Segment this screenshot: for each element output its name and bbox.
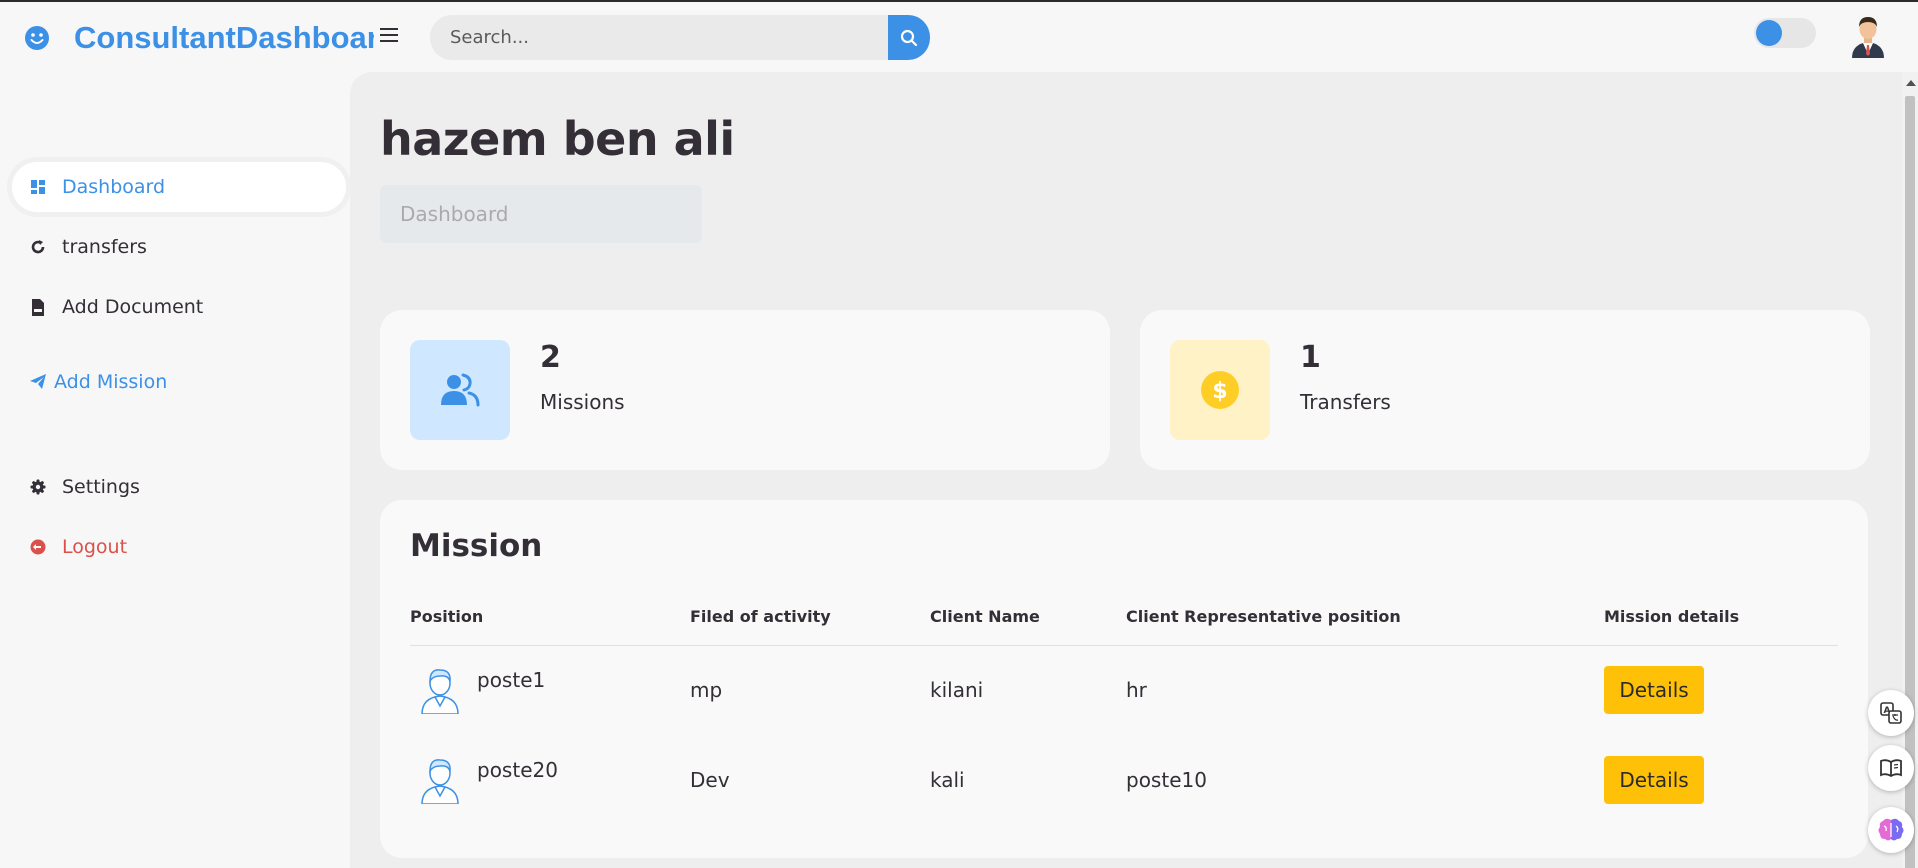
sidebar-item-label: Dashboard [62,176,166,198]
table-title: Mission [410,528,543,564]
translate-button[interactable]: A [1868,690,1914,736]
cell-client: kilani [930,678,984,702]
toggle-knob [1756,20,1782,46]
cell-field: mp [690,678,723,702]
details-button[interactable]: Details [1604,756,1704,804]
profile-avatar[interactable] [1848,14,1888,58]
sidebar-item-add-document[interactable]: Add Document [12,282,346,332]
cell-rep-position: poste10 [1126,768,1207,792]
brand[interactable]: ConsultantDashboard [24,18,374,58]
stat-card-transfers: $ 1 Transfers [1140,310,1870,470]
table-divider [410,645,1838,646]
brand-name: ConsultantDashboard [74,20,374,55]
sidebar-item-label: Logout [62,536,128,558]
ai-assistant-button[interactable] [1868,807,1914,853]
brain-icon [1878,818,1904,841]
search-button[interactable] [888,15,930,60]
column-header: Client Representative position [1126,607,1401,626]
reader-button[interactable] [1868,745,1914,791]
column-header: Position [410,607,484,626]
dashboard-icon [28,177,48,197]
stat-value: 2 [540,340,561,375]
menu-icon[interactable] [380,28,398,44]
user-avatar-icon [421,759,459,804]
main-content: hazem ben ali Dashboard 2 Missions $ 1 T… [350,72,1902,868]
theme-toggle[interactable] [1754,18,1816,48]
stat-value: 1 [1300,340,1321,375]
sidebar-item-add-mission[interactable]: Add Mission [12,357,346,407]
send-icon [28,372,48,392]
cell-client: kali [930,768,965,792]
cell-position: poste20 [477,758,558,782]
svg-text:$: $ [1212,379,1227,404]
breadcrumb[interactable]: Dashboard [380,185,702,243]
column-header: Client Name [930,607,1040,626]
stat-label: Transfers [1300,390,1391,414]
sidebar-item-label: transfers [62,236,147,258]
sidebar-item-label: Add Document [62,296,204,318]
user-avatar-icon [421,669,459,714]
column-header: Filed of activity [690,607,831,626]
sidebar-item-dashboard[interactable]: Dashboard [12,162,346,212]
gear-icon [28,477,48,497]
cell-position: poste1 [477,668,546,692]
search-form [430,15,930,60]
smile-icon [25,26,49,50]
logout-icon [28,537,48,557]
dollar-icon: $ [1170,340,1270,440]
sidebar-item-settings[interactable]: Settings [12,462,346,512]
stat-card-missions: 2 Missions [380,310,1110,470]
details-button[interactable]: Details [1604,666,1704,714]
book-icon [1880,759,1902,778]
search-input[interactable] [430,15,889,60]
users-icon [410,340,510,440]
column-header: Mission details [1604,607,1740,626]
sidebar-item-logout[interactable]: Logout [12,522,346,572]
document-icon [28,297,48,317]
translate-icon: A [1880,702,1902,724]
stat-label: Missions [540,390,625,414]
scroll-up-arrow-icon[interactable] [1906,80,1916,86]
cell-rep-position: hr [1126,678,1147,702]
missions-table-card: Mission Position Filed of activity Clien… [380,500,1868,858]
sidebar-item-label: Add Mission [54,371,168,393]
refresh-icon [28,237,48,257]
search-icon [900,29,918,46]
sidebar: Dashboard transfers Add Document Add Mis… [0,72,350,868]
page-title: hazem ben ali [380,112,735,166]
breadcrumb-item: Dashboard [400,202,509,226]
window-top-border [0,0,1918,2]
sidebar-item-label: Settings [62,476,140,498]
sidebar-item-transfers[interactable]: transfers [12,222,346,272]
cell-field: Dev [690,768,730,792]
